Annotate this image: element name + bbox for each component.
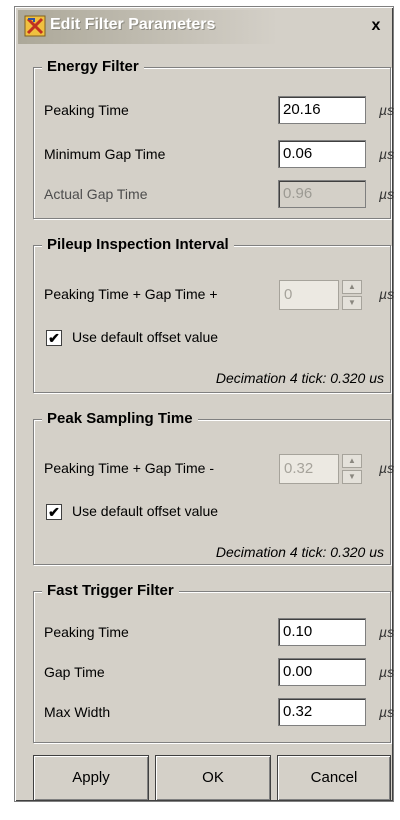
apply-button[interactable]: Apply [33,755,149,801]
max-width-input[interactable]: 0.32 [278,698,366,726]
spin-up-icon[interactable]: ▲ [342,454,362,468]
max-width-label: Max Width [44,704,111,720]
peak-sampling-decimation-note: Decimation 4 tick: 0.320 us [215,544,384,560]
peak-sampling-default-offset-label: Use default offset value [72,503,219,519]
peak-sampling-unit: µs [379,460,395,476]
minimum-gap-time-input[interactable]: 0.06 [278,140,366,168]
peak-sampling-legend: Peak Sampling Time [42,410,198,428]
peak-sampling-offset-input[interactable]: 0.32 [279,454,339,484]
minimum-gap-time-unit: µs [379,146,395,162]
pileup-offset-input[interactable]: 0 [279,280,339,310]
fast-trigger-group: Fast Trigger Filter Peaking Time 0.10 µs… [33,582,395,743]
energy-peaking-time-unit: µs [379,102,395,118]
edit-filter-parameters-dialog: Edit Filter Parameters x Energy Filter P… [14,6,394,802]
actual-gap-time-unit: µs [379,186,395,202]
cancel-button[interactable]: Cancel [277,755,391,801]
fast-peaking-time-unit: µs [379,624,395,640]
energy-peaking-time-input[interactable]: 20.16 [278,96,366,124]
fast-trigger-legend: Fast Trigger Filter [42,582,179,600]
peak-sampling-spinner[interactable]: ▲ ▼ [342,454,362,484]
close-icon[interactable]: x [366,16,386,36]
max-width-unit: µs [379,704,395,720]
pileup-unit: µs [379,286,395,302]
actual-gap-time-label: Actual Gap Time [44,186,148,202]
title-bar[interactable]: Edit Filter Parameters x [18,10,390,44]
spin-up-icon[interactable]: ▲ [342,280,362,294]
pileup-default-offset-checkbox[interactable]: ✔ [46,330,62,346]
pileup-decimation-note: Decimation 4 tick: 0.320 us [215,370,384,386]
spin-down-icon[interactable]: ▼ [342,296,362,310]
fast-gap-time-input[interactable]: 0.00 [278,658,366,686]
window-title: Edit Filter Parameters [50,16,216,33]
minimum-gap-time-label: Minimum Gap Time [44,146,166,162]
energy-filter-legend: Energy Filter [42,58,144,76]
pileup-inspection-legend: Pileup Inspection Interval [42,236,234,254]
energy-filter-group: Energy Filter Peaking Time 20.16 µs Mini… [33,58,395,219]
fast-peaking-time-label: Peaking Time [44,624,129,640]
filter-tool-icon [24,15,46,37]
energy-peaking-time-label: Peaking Time [44,102,129,118]
pileup-row-label: Peaking Time + Gap Time + [44,286,218,302]
pileup-default-offset-label: Use default offset value [72,329,219,345]
spin-down-icon[interactable]: ▼ [342,470,362,484]
ok-button[interactable]: OK [155,755,271,801]
peak-sampling-group: Peak Sampling Time Peaking Time + Gap Ti… [33,410,395,565]
peak-sampling-default-offset-checkbox[interactable]: ✔ [46,504,62,520]
fast-peaking-time-input[interactable]: 0.10 [278,618,366,646]
peak-sampling-row-label: Peaking Time + Gap Time - [44,460,215,476]
pileup-inspection-group: Pileup Inspection Interval Peaking Time … [33,236,395,393]
actual-gap-time-field: 0.96 [278,180,366,208]
fast-gap-time-unit: µs [379,664,395,680]
pileup-spinner[interactable]: ▲ ▼ [342,280,362,310]
fast-gap-time-label: Gap Time [44,664,105,680]
